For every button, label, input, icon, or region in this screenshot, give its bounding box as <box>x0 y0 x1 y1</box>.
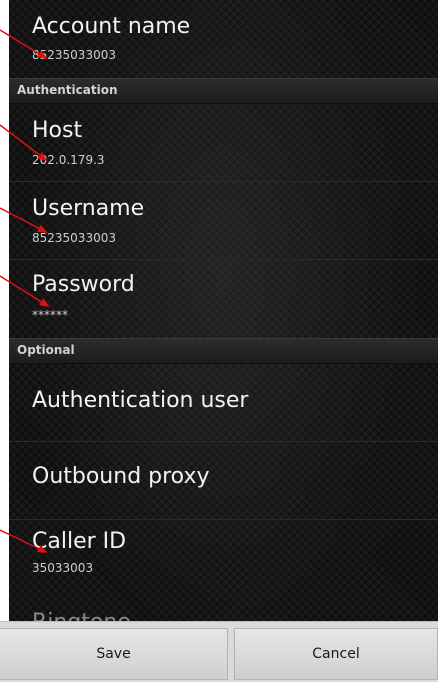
outbound-proxy-title: Outbound proxy <box>32 464 210 489</box>
cancel-button[interactable]: Cancel <box>234 628 438 680</box>
caller-id-preference[interactable]: Caller ID 35033003 <box>9 520 438 598</box>
settings-screen: Account name 85235033003 Authentication … <box>9 0 438 681</box>
authentication-user-preference[interactable]: Authentication user <box>9 364 438 442</box>
authentication-category-header: Authentication <box>9 78 438 104</box>
host-preference[interactable]: Host 202.0.179.3 <box>9 104 438 182</box>
outbound-proxy-preference[interactable]: Outbound proxy <box>9 442 438 520</box>
optional-category-label: Optional <box>17 343 75 357</box>
account-name-title: Account name <box>32 14 191 39</box>
password-preference[interactable]: Password ****** <box>9 260 438 338</box>
caller-id-title: Caller ID <box>32 529 127 554</box>
button-bar: Save Cancel <box>0 621 438 682</box>
authentication-user-title: Authentication user <box>32 388 249 413</box>
username-title: Username <box>32 196 145 221</box>
save-button[interactable]: Save <box>0 628 228 680</box>
username-preference[interactable]: Username 85235033003 <box>9 182 438 260</box>
host-title: Host <box>32 118 83 143</box>
password-title: Password <box>32 272 135 297</box>
account-name-preference[interactable]: Account name 85235033003 <box>9 0 438 78</box>
host-value: 202.0.179.3 <box>32 153 105 167</box>
password-value: ****** <box>32 308 68 322</box>
optional-category-header: Optional <box>9 338 438 364</box>
username-value: 85235033003 <box>32 231 116 245</box>
account-name-value: 85235033003 <box>32 48 116 62</box>
authentication-category-label: Authentication <box>17 83 118 97</box>
caller-id-value: 35033003 <box>32 561 94 575</box>
